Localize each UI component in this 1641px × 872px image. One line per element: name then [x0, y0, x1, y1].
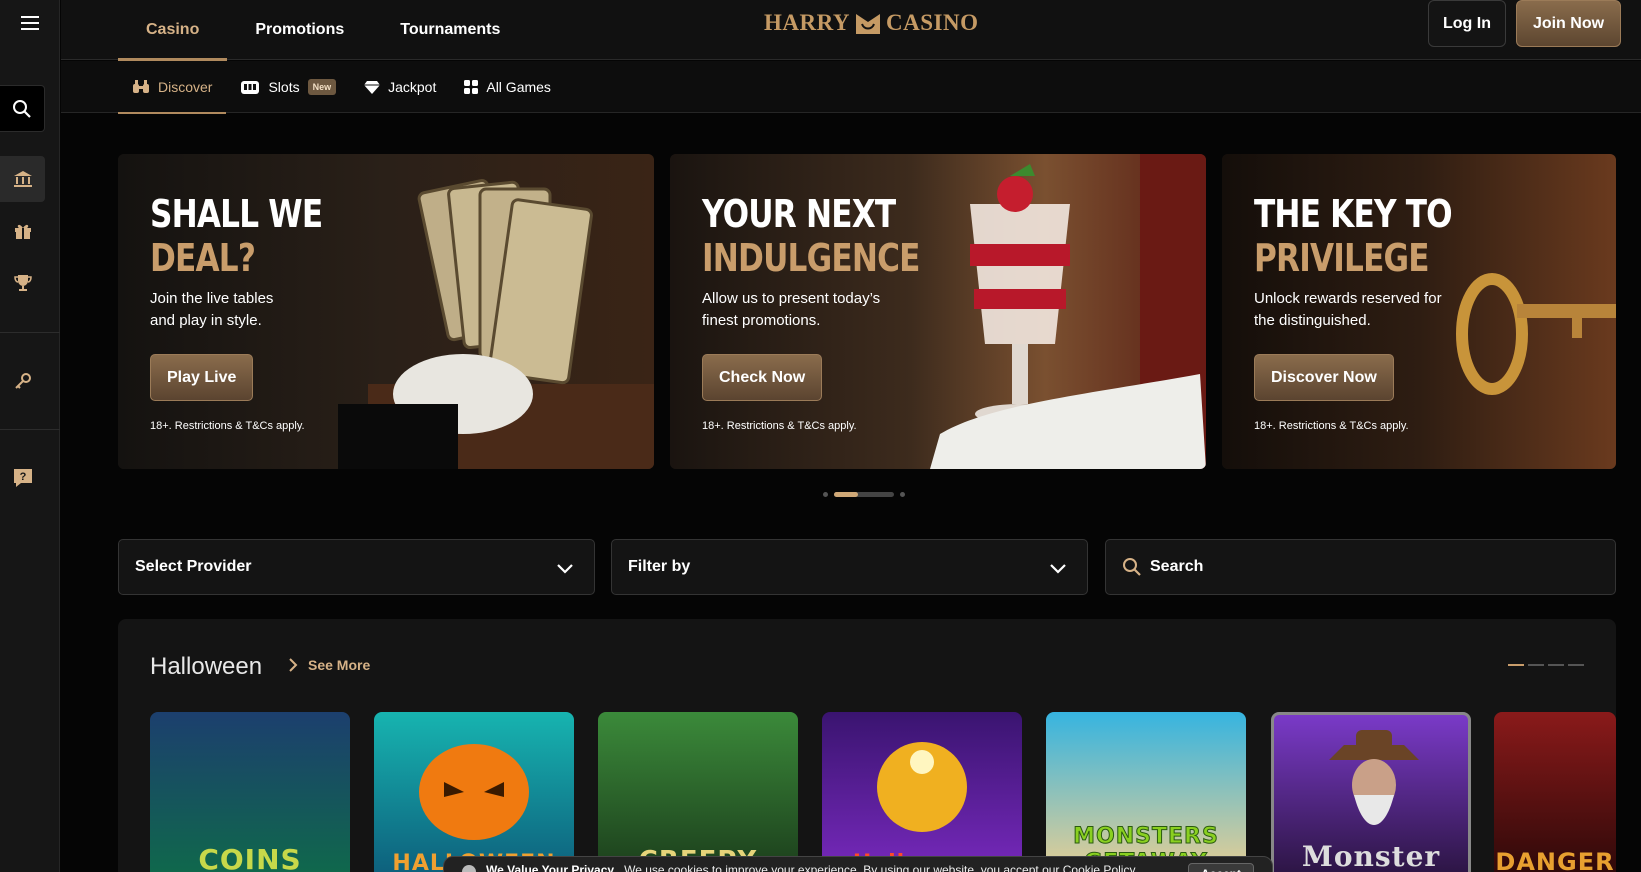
see-more-label: See More — [308, 657, 371, 673]
carousel-pagination — [823, 492, 905, 497]
train-image — [877, 742, 967, 832]
binoculars-icon — [133, 80, 149, 93]
cookie-banner: We Value Your Privacy We use cookies to … — [443, 856, 1273, 872]
hero-description: Join the live tables and play in style. — [150, 290, 274, 329]
provider-select[interactable]: Select Provider — [118, 539, 595, 595]
game-title: COINS — [198, 843, 302, 872]
hero-copy: YOUR NEXT INDULGENCE Allow us to present… — [702, 192, 962, 332]
subnav-label: Discover — [158, 79, 213, 95]
cookie-title: We Value Your Privacy — [486, 863, 615, 872]
subnav-label: Slots — [268, 79, 300, 95]
hero-legal: 18+. Restrictions & T&Cs apply. — [702, 420, 857, 432]
logo-text-left: HARRY — [764, 10, 851, 35]
accept-cookies-button[interactable]: Accept — [1187, 863, 1254, 872]
play-live-button[interactable]: Play Live — [150, 354, 254, 401]
see-more-link[interactable]: See More — [288, 657, 370, 673]
join-now-button[interactable]: Join Now — [1516, 0, 1621, 47]
search-icon — [1123, 558, 1141, 576]
cookie-text: We use cookies to improve your experienc… — [624, 863, 1138, 872]
tab-tournaments[interactable]: Tournaments — [372, 0, 528, 60]
chevron-down-icon — [1050, 564, 1066, 574]
butler-logo-icon — [856, 14, 881, 34]
hero-copy: SHALL WE DEAL? Join the live tables and … — [150, 192, 410, 332]
svg-text:?: ? — [19, 471, 26, 483]
game-tile[interactable]: Halloween — [822, 712, 1022, 872]
hero-title-line1: SHALL WE — [150, 192, 323, 236]
subnav-label: All Games — [486, 79, 551, 95]
subnav-all-games[interactable]: All Games — [450, 61, 565, 113]
chevron-right-icon — [289, 658, 298, 672]
hero-card-privilege[interactable]: THE KEY TO PRIVILEGE Unlock rewards rese… — [1222, 154, 1616, 469]
hero-card-promotions[interactable]: YOUR NEXT INDULGENCE Allow us to present… — [670, 154, 1206, 469]
left-rail: ? — [0, 0, 60, 872]
hero-card-live[interactable]: SHALL WE DEAL? Join the live tables and … — [118, 154, 654, 469]
help-icon[interactable]: ? — [0, 455, 45, 501]
game-tile[interactable]: HALLOWEEN — [374, 712, 574, 872]
sub-nav-bar: Discover Slots New Jackpot All Games — [61, 61, 1641, 114]
pumpkin-image — [419, 744, 529, 840]
filter-select-label: Filter by — [628, 558, 691, 575]
hero-title-line2: DEAL? — [150, 236, 256, 280]
slot-machine-icon — [241, 81, 260, 94]
gift-icon[interactable] — [0, 208, 45, 254]
game-tile[interactable]: DANGER — [1494, 712, 1616, 872]
hero-title-line2: PRIVILEGE — [1254, 236, 1430, 280]
subnav-label: Jackpot — [388, 79, 437, 95]
new-badge: New — [307, 79, 337, 95]
rail-divider — [0, 332, 60, 333]
search-icon[interactable] — [0, 85, 45, 132]
grid-icon — [464, 80, 479, 94]
subnav-jackpot[interactable]: Jackpot — [350, 61, 450, 113]
search-placeholder: Search — [1150, 558, 1204, 575]
trophy-icon[interactable] — [0, 260, 45, 306]
hero-title-line2: INDULGENCE — [702, 236, 920, 280]
cookie-icon — [462, 865, 476, 872]
filter-select[interactable]: Filter by — [611, 539, 1088, 595]
tab-promotions[interactable]: Promotions — [227, 0, 372, 60]
hero-legal: 18+. Restrictions & T&Cs apply. — [1254, 420, 1409, 432]
provider-select-label: Select Provider — [135, 558, 252, 575]
diamond-icon — [364, 81, 381, 94]
chevron-down-icon — [557, 564, 573, 574]
hero-legal: 18+. Restrictions & T&Cs apply. — [150, 420, 305, 432]
main-nav: Casino Promotions Tournaments — [118, 0, 528, 61]
key-icon[interactable] — [0, 358, 45, 404]
carousel-dot[interactable] — [900, 492, 905, 497]
game-search-input[interactable]: Search — [1105, 539, 1616, 595]
game-tile[interactable]: Monster — [1271, 712, 1471, 872]
tab-casino[interactable]: Casino — [118, 0, 228, 61]
section-pager — [1508, 664, 1584, 666]
pager-bar[interactable] — [1568, 664, 1584, 666]
logo-text-right: CASINO — [886, 10, 979, 35]
section-title: Halloween — [150, 653, 263, 680]
hero-title-line1: YOUR NEXT — [702, 192, 896, 236]
carousel-progress[interactable] — [834, 492, 894, 497]
hero-description: Allow us to present today’s finest promo… — [702, 290, 881, 329]
game-tile[interactable]: MONSTERS GETAWAY — [1046, 712, 1246, 872]
login-button[interactable]: Log In — [1428, 0, 1506, 47]
game-title: DANGER — [1495, 848, 1615, 872]
game-tile[interactable]: CREEPY — [598, 712, 798, 872]
cowboy-image — [1329, 730, 1419, 825]
subnav-discover[interactable]: Discover — [118, 61, 227, 114]
hero-description: Unlock rewards reserved for the distingu… — [1254, 290, 1442, 329]
hero-copy: THE KEY TO PRIVILEGE Unlock rewards rese… — [1254, 192, 1514, 332]
carousel-dot[interactable] — [823, 492, 828, 497]
subnav-slots[interactable]: Slots New — [226, 61, 350, 113]
hero-title-line1: THE KEY TO — [1254, 192, 1453, 236]
rail-divider — [0, 429, 60, 430]
check-now-button[interactable]: Check Now — [702, 354, 823, 401]
discover-now-button[interactable]: Discover Now — [1254, 354, 1394, 401]
bank-icon[interactable] — [0, 156, 45, 202]
top-header: Casino Promotions Tournaments HARRY CASI… — [61, 0, 1641, 61]
pager-bar[interactable] — [1528, 664, 1544, 666]
game-tile[interactable]: COINS — [150, 712, 350, 872]
menu-icon[interactable] — [0, 0, 60, 45]
pager-bar[interactable] — [1548, 664, 1564, 666]
pager-bar[interactable] — [1508, 664, 1524, 666]
game-title: Monster — [1301, 840, 1441, 872]
site-logo[interactable]: HARRY CASINO — [764, 10, 979, 36]
sub-nav: Discover Slots New Jackpot All Games — [118, 61, 565, 114]
